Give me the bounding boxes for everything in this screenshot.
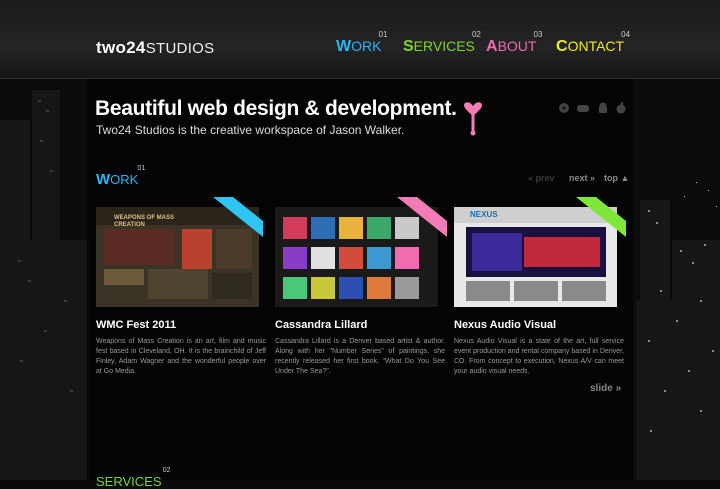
- slide-link[interactable]: slide »: [590, 383, 621, 394]
- hero-title: Beautiful web design & development.: [95, 97, 457, 120]
- services-section-title: SERVICES 02: [96, 467, 171, 489]
- card-title-cassandra[interactable]: Cassandra Lillard: [275, 319, 367, 331]
- social-icons: [558, 102, 628, 116]
- card-ribbon-blue: [213, 197, 263, 237]
- nav-contact[interactable]: CONTACT 04: [556, 30, 630, 56]
- heart-drip-icon: [463, 102, 483, 136]
- apple-icon[interactable]: [616, 102, 626, 114]
- hero-subtitle: Two24 Studios is the creative workspace …: [96, 123, 405, 137]
- card-desc-cassandra: Cassandra Lillard is a Denver based arti…: [275, 338, 445, 375]
- site-logo[interactable]: two24STUDIOS: [96, 38, 214, 58]
- card-desc-nexus: Nexus Audio Visual is a state of the art…: [454, 338, 624, 375]
- work-section-title: WORK 01: [96, 165, 146, 188]
- card-title-nexus[interactable]: Nexus Audio Visual: [454, 319, 556, 331]
- gamepad-icon[interactable]: [576, 103, 590, 113]
- nav-work[interactable]: WORK 01: [336, 30, 387, 56]
- top-link[interactable]: top ▲: [604, 173, 629, 183]
- android-icon[interactable]: [598, 102, 608, 115]
- nav-services[interactable]: SERVICES 02: [403, 30, 481, 56]
- nav-about[interactable]: ABOUT 03: [486, 30, 542, 56]
- next-link[interactable]: next »: [569, 173, 595, 183]
- dribbble-icon[interactable]: [558, 102, 570, 114]
- thumbnail-text: NEXUS: [470, 210, 498, 219]
- card-ribbon-pink: [397, 197, 447, 237]
- card-ribbon-green: [576, 197, 626, 237]
- prev-link[interactable]: « prev: [528, 173, 555, 183]
- thumbnail-text: WEAPONS OF MASS CREATION: [114, 215, 175, 228]
- card-title-wmc[interactable]: WMC Fest 2011: [96, 319, 176, 331]
- card-desc-wmc: Weapons of Mass Creation is an art, film…: [96, 338, 266, 375]
